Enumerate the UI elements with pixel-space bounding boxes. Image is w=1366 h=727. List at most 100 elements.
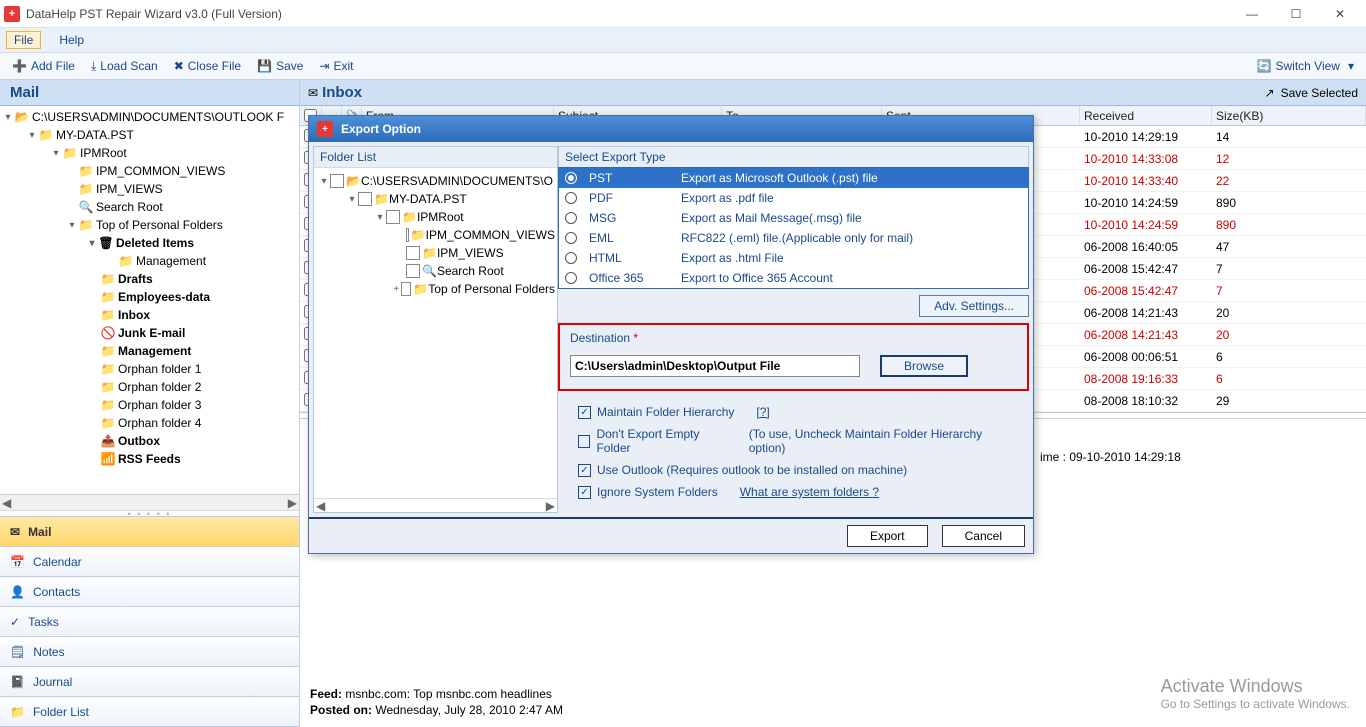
save-selected-button[interactable]: ↗Save Selected	[1265, 86, 1358, 100]
radio-icon	[565, 232, 577, 244]
browse-button[interactable]: Browse	[880, 355, 968, 377]
window-title: DataHelp PST Repair Wizard v3.0 (Full Ve…	[26, 7, 282, 21]
rss-icon: 📶	[100, 452, 116, 466]
maintain-hierarchy-label: Maintain Folder Hierarchy	[597, 405, 734, 419]
menu-help[interactable]: Help	[51, 31, 92, 49]
menu-file[interactable]: File	[6, 31, 41, 49]
nav-contacts[interactable]: 👤Contacts	[0, 577, 299, 607]
fl-checkbox[interactable]	[406, 228, 409, 242]
fl-checkbox[interactable]	[406, 264, 420, 278]
folder-tree[interactable]: ▾📂C:\USERS\ADMIN\DOCUMENTS\OUTLOOK F ▾📁M…	[0, 106, 299, 494]
export-type-eml[interactable]: EMLRFC822 (.eml) file.(Applicable only f…	[559, 228, 1028, 248]
destination-input[interactable]	[570, 355, 860, 377]
load-scan-button[interactable]: ⤓Load Scan	[83, 53, 166, 79]
export-button[interactable]: Export	[847, 525, 928, 547]
close-file-button[interactable]: ✖Close File	[166, 53, 249, 79]
save-button[interactable]: 💾Save	[249, 53, 311, 79]
menubar: File Help	[0, 28, 1366, 52]
mail-icon: ✉	[10, 525, 20, 539]
export-type-pdf[interactable]: PDFExport as .pdf file	[559, 188, 1028, 208]
export-type-office-365[interactable]: Office 365Export to Office 365 Account	[559, 268, 1028, 288]
col-received[interactable]: Received	[1080, 106, 1212, 125]
app-icon: +	[4, 6, 20, 22]
tree-orphan4[interactable]: Orphan folder 4	[118, 416, 201, 430]
use-outlook-label: Use Outlook (Requires outlook to be inst…	[597, 463, 907, 477]
folder-icon: 📁	[78, 218, 94, 232]
tree-root[interactable]: C:\USERS\ADMIN\DOCUMENTS\OUTLOOK F	[32, 110, 284, 124]
hierarchy-help-link[interactable]: [?]	[756, 405, 769, 419]
destination-box: Destination * Browse	[558, 323, 1029, 391]
folder-icon: 📁	[100, 272, 116, 286]
tree-management[interactable]: Management	[118, 344, 191, 358]
tree-orphan2[interactable]: Orphan folder 2	[118, 380, 201, 394]
tree-pst[interactable]: MY-DATA.PST	[56, 128, 134, 142]
tree-drafts[interactable]: Drafts	[118, 272, 153, 286]
col-size[interactable]: Size(KB)	[1212, 106, 1366, 125]
close-file-icon: ✖	[174, 59, 184, 73]
export-type-list: PSTExport as Microsoft Outlook (.pst) fi…	[558, 167, 1029, 289]
mail-small-icon: ✉	[308, 86, 318, 100]
watermark-title: Activate Windows	[1161, 676, 1350, 697]
fl-checkbox[interactable]	[401, 282, 412, 296]
maximize-button[interactable]: ☐	[1274, 0, 1318, 28]
tree-orphan1[interactable]: Orphan folder 1	[118, 362, 201, 376]
tree-junk[interactable]: Junk E-mail	[118, 326, 185, 340]
nav-mail[interactable]: ✉Mail	[0, 517, 299, 547]
radio-icon	[565, 272, 577, 284]
folder-list-header: Folder List	[314, 147, 557, 168]
tree-inbox[interactable]: Inbox	[118, 308, 150, 322]
minimize-button[interactable]: —	[1230, 0, 1274, 28]
fl-checkbox[interactable]	[330, 174, 344, 188]
mail-header: Mail	[0, 80, 299, 106]
fl-checkbox[interactable]	[406, 246, 420, 260]
fl-checkbox[interactable]	[386, 210, 400, 224]
tree-top[interactable]: Top of Personal Folders	[96, 218, 223, 232]
tree-employees[interactable]: Employees-data	[118, 290, 210, 304]
cancel-button[interactable]: Cancel	[942, 525, 1025, 547]
posted-value: Wednesday, July 28, 2010 2:47 AM	[375, 703, 563, 717]
add-file-button[interactable]: ➕Add File	[4, 53, 83, 79]
tree-deleted[interactable]: Deleted Items	[116, 236, 194, 250]
adv-settings-button[interactable]: Adv. Settings...	[919, 295, 1029, 317]
export-type-msg[interactable]: MSGExport as Mail Message(.msg) file	[559, 208, 1028, 228]
pst-file-icon: 📁	[38, 128, 54, 142]
export-type-pst[interactable]: PSTExport as Microsoft Outlook (.pst) fi…	[559, 168, 1028, 188]
nav-journal[interactable]: 📓Journal	[0, 667, 299, 697]
tree-outbox[interactable]: Outbox	[118, 434, 160, 448]
switch-view-button[interactable]: 🔄Switch View▾	[1249, 53, 1362, 79]
folder-icon: 📁	[100, 290, 116, 304]
fl-checkbox[interactable]	[358, 192, 372, 206]
dialog-title: Export Option	[341, 122, 421, 136]
outbox-icon: 📤	[100, 434, 116, 448]
tree-search-root[interactable]: Search Root	[96, 200, 163, 214]
tree-rss[interactable]: RSS Feeds	[118, 452, 181, 466]
tree-ipm-views[interactable]: IPM_VIEWS	[96, 182, 163, 196]
left-pane: Mail ▾📂C:\USERS\ADMIN\DOCUMENTS\OUTLOOK …	[0, 80, 300, 727]
pst-file-icon: 📁	[374, 192, 389, 206]
folder-icon: 📁	[100, 344, 116, 358]
tree-ipmroot[interactable]: IPMRoot	[80, 146, 127, 160]
system-folders-link[interactable]: What are system folders ?	[740, 485, 879, 499]
tree-ipm-common[interactable]: IPM_COMMON_VIEWS	[96, 164, 225, 178]
tree-management-d[interactable]: Management	[136, 254, 206, 268]
nav-notes[interactable]: 🗒Notes	[0, 637, 299, 667]
tree-orphan3[interactable]: Orphan folder 3	[118, 398, 201, 412]
nav-tasks[interactable]: ✓Tasks	[0, 607, 299, 637]
folder-icon: 📁	[413, 282, 428, 296]
folder-list-tree[interactable]: ▾📂C:\USERS\ADMIN\DOCUMENTS\O ▾📁MY-DATA.P…	[314, 168, 557, 337]
folder-icon: 📁	[100, 398, 116, 412]
junk-icon: 🚫	[100, 326, 116, 340]
nav-folder-list[interactable]: 📁Folder List	[0, 697, 299, 727]
dialog-titlebar[interactable]: + Export Option	[309, 116, 1033, 142]
exit-button[interactable]: ⇥Exit	[311, 53, 361, 79]
ignore-system-folders-checkbox[interactable]	[578, 486, 591, 499]
folder-open-icon: 📂	[346, 174, 361, 188]
folder-list-scrollbar[interactable]: ◀▶	[314, 498, 557, 512]
search-icon: 🔍	[78, 200, 94, 214]
nav-calendar[interactable]: 📅Calendar	[0, 547, 299, 577]
use-outlook-checkbox[interactable]	[578, 464, 591, 477]
dont-export-empty-checkbox[interactable]	[578, 435, 590, 448]
maintain-hierarchy-checkbox[interactable]	[578, 406, 591, 419]
export-type-html[interactable]: HTMLExport as .html File	[559, 248, 1028, 268]
close-button[interactable]: ✕	[1318, 0, 1362, 28]
